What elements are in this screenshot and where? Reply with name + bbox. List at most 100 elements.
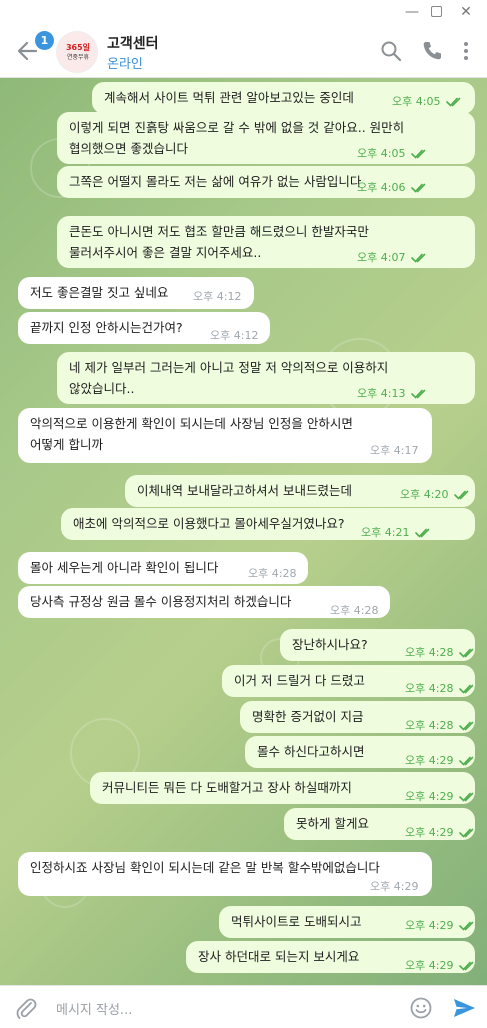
- more-vertical-icon: [464, 42, 468, 60]
- message-text: 어떻게 합니까: [30, 437, 103, 452]
- message-time: 오후 4:29: [405, 919, 454, 932]
- message-time: 오후 4:29: [405, 754, 454, 767]
- read-check-icon: [405, 147, 429, 160]
- incoming-message[interactable]: 악의적으로 이용한게 확인이 되시는데 사장님 인정을 안하시면 어떻게 합니까 오…: [18, 408, 432, 463]
- message-time: 오후 4:28: [405, 682, 454, 695]
- read-check-icon: [448, 488, 472, 501]
- maximize-button[interactable]: [421, 0, 451, 24]
- phone-icon: [423, 42, 441, 60]
- outgoing-message[interactable]: 못하게 할게요 오후 4:29: [284, 808, 475, 840]
- message-meta: 오후 4:28: [405, 678, 477, 699]
- call-button[interactable]: [421, 40, 443, 62]
- more-button[interactable]: [455, 40, 477, 62]
- message-time: 오후 4:12: [210, 329, 259, 342]
- send-button[interactable]: [452, 996, 476, 1020]
- maximize-icon: [430, 5, 442, 17]
- chat-header: 1 365일 연중무휴 고객센터 온라인: [0, 24, 487, 78]
- message-meta: 오후 4:12: [210, 325, 258, 346]
- message-meta: 오후 4:29: [370, 876, 418, 897]
- message-meta: 오후 4:05: [357, 143, 429, 164]
- message-meta: 오후 4:28: [248, 563, 296, 584]
- read-check-icon: [453, 754, 477, 767]
- message-meta: 오후 4:29: [405, 915, 477, 936]
- message-meta: 오후 4:28: [405, 715, 477, 736]
- outgoing-message[interactable]: 큰돈도 아니시면 저도 협조 할만큼 해드렸으니 한발자국만 물러서주시어 좋은 …: [57, 216, 475, 268]
- message-meta: 오후 4:07: [357, 247, 429, 268]
- chat-title[interactable]: 고객센터: [107, 33, 159, 53]
- message-time: 오후 4:05: [357, 147, 406, 160]
- message-time: 오후 4:13: [357, 387, 406, 400]
- outgoing-message[interactable]: 장사 하던대로 되는지 보시게요 오후 4:29: [186, 941, 475, 973]
- search-icon: [381, 41, 402, 62]
- attach-button[interactable]: [14, 996, 38, 1020]
- avatar[interactable]: 365일 연중무휴: [56, 31, 98, 73]
- message-meta: 오후 4:06: [357, 177, 429, 198]
- message-meta: 오후 4:29: [405, 822, 477, 843]
- outgoing-message[interactable]: 네 제가 일부러 그러는게 아니고 정말 저 악의적으로 이용하지 않았습니다..…: [57, 352, 475, 404]
- chat-status: 온라인: [107, 57, 143, 72]
- outgoing-message[interactable]: 명확한 증거없이 지금 오후 4:28: [240, 701, 475, 733]
- message-meta: 오후 4:29: [405, 955, 477, 976]
- incoming-message[interactable]: 저도 좋은결말 짓고 싶네요 오후 4:12: [18, 277, 254, 309]
- message-meta: 오후 4:29: [405, 786, 477, 807]
- message-time: 오후 4:05: [392, 95, 441, 108]
- message-time: 오후 4:29: [405, 790, 454, 803]
- window-titlebar: — ✕: [0, 0, 487, 24]
- close-button[interactable]: ✕: [451, 0, 481, 24]
- message-input[interactable]: 메시지 작성...: [56, 999, 132, 1018]
- message-list[interactable]: 계속해서 사이트 먹튀 관련 알아보고있는 중인데 오후 4:05 이렇게 되면 진…: [0, 78, 487, 985]
- message-time: 오후 4:28: [330, 604, 379, 617]
- message-time: 오후 4:06: [357, 181, 406, 194]
- message-text: 인정하시죠 사장님 확인이 되시는데 같은 말 반복 할수밖에없습니다: [30, 860, 380, 875]
- incoming-message[interactable]: 끝까지 인정 안하시는건가여? 오후 4:12: [18, 312, 270, 344]
- message-time: 오후 4:12: [193, 290, 242, 303]
- message-time: 오후 4:29: [405, 826, 454, 839]
- read-check-icon: [453, 959, 477, 972]
- message-time: 오후 4:21: [361, 526, 410, 539]
- outgoing-message[interactable]: 먹튀사이트로 도배되시고 오후 4:29: [219, 906, 475, 938]
- read-check-icon: [453, 719, 477, 732]
- message-text: 당사측 규정상 원금 몰수 이용정지처리 하겠습니다: [30, 594, 292, 609]
- message-time: 오후 4:20: [400, 488, 449, 501]
- read-check-icon: [405, 251, 429, 264]
- read-check-icon: [405, 181, 429, 194]
- read-check-icon: [453, 790, 477, 803]
- message-meta: 오후 4:17: [370, 440, 418, 461]
- message-time: 오후 4:28: [248, 567, 297, 580]
- outgoing-message[interactable]: 커뮤니티든 뭐든 다 도배할거고 장사 하실때까지 오후 4:29: [90, 772, 475, 804]
- outgoing-message[interactable]: 이렇게 되면 진흙탕 싸움으로 갈 수 밖에 없을 것 같아요.. 원만히 협의했…: [57, 112, 475, 164]
- send-icon: [454, 999, 475, 1017]
- outgoing-message[interactable]: 몰수 하신다고하시면 오후 4:29: [245, 736, 475, 768]
- outgoing-message[interactable]: 이체내역 보내달라고하셔서 보내드렸는데 오후 4:20: [125, 475, 475, 507]
- message-meta: 오후 4:29: [405, 750, 477, 771]
- read-check-icon: [453, 826, 477, 839]
- message-text: 이렇게 되면 진흙탕 싸움으로 갈 수 밖에 없을 것 같아요.. 원만히: [69, 120, 405, 135]
- outgoing-message[interactable]: 계속해서 사이트 먹튀 관련 알아보고있는 중인데 오후 4:05: [92, 82, 475, 114]
- message-time: 오후 4:28: [405, 646, 454, 659]
- message-time: 오후 4:07: [357, 251, 406, 264]
- read-check-icon: [453, 682, 477, 695]
- paperclip-icon: [16, 998, 37, 1019]
- message-time: 오후 4:29: [370, 880, 419, 893]
- read-check-icon: [453, 646, 477, 659]
- incoming-message[interactable]: 당사측 규정상 원금 몰수 이용정지처리 하겠습니다오후 4:28: [18, 586, 390, 618]
- message-meta: 오후 4:20: [400, 484, 472, 505]
- incoming-message[interactable]: 몰아 세우는게 아니라 확인이 됩니다 오후 4:28: [18, 552, 308, 584]
- composer: 메시지 작성...: [0, 985, 487, 1028]
- unread-badge: 1: [35, 31, 54, 50]
- incoming-message[interactable]: 인정하시죠 사장님 확인이 되시는데 같은 말 반복 할수밖에없습니다오후 4:…: [18, 852, 432, 896]
- outgoing-message[interactable]: 애초에 악의적으로 이용했다고 몰아세우실거였나요? 오후 4:21: [61, 508, 475, 540]
- message-meta: 오후 4:05: [392, 91, 464, 112]
- emoji-button[interactable]: [409, 996, 433, 1020]
- outgoing-message[interactable]: 장난하시나요? 오후 4:28: [280, 629, 475, 661]
- search-button[interactable]: [380, 40, 402, 62]
- message-meta: 오후 4:28: [330, 600, 378, 621]
- avatar-logo-subtext: 연중무휴: [66, 54, 90, 61]
- outgoing-message[interactable]: 이거 저 드릴거 다 드렸고 오후 4:28: [222, 665, 475, 697]
- read-check-icon: [409, 526, 433, 539]
- read-check-icon: [405, 387, 429, 400]
- message-time: 오후 4:29: [405, 959, 454, 972]
- message-meta: 오후 4:12: [193, 286, 241, 307]
- outgoing-message[interactable]: 그쪽은 어떨지 몰라도 저는 삶에 여유가 없는 사람입니다 오후 4:06: [57, 166, 475, 198]
- read-check-icon: [453, 919, 477, 932]
